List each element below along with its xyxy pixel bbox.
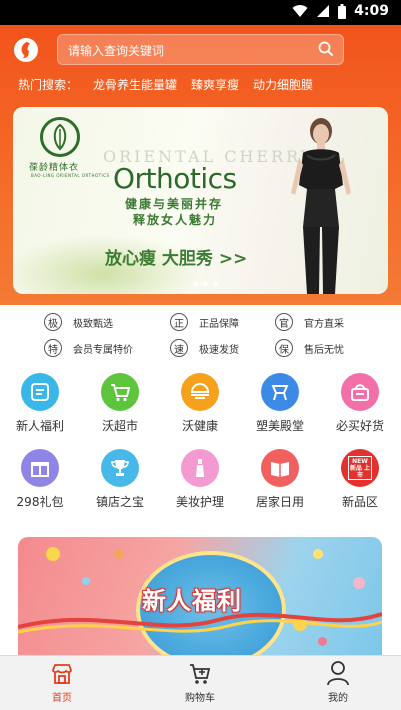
guarantee-badge: 正 (170, 313, 188, 331)
category-label: 必买好货 (335, 419, 384, 433)
confetti-decoration (353, 577, 365, 589)
carousel-dot[interactable] (203, 281, 208, 286)
category-store-treasure[interactable]: 镇店之宝 (85, 449, 155, 510)
cosmetic-bottle-icon (181, 449, 219, 487)
category-label: 居家日用 (255, 495, 304, 509)
basket-icon (341, 373, 379, 411)
category-wo-supermarket[interactable]: 沃超市 (85, 373, 155, 434)
confetti-decoration (313, 549, 323, 559)
category-home-daily[interactable]: 居家日用 (245, 449, 315, 510)
guarantee-item: 官 官方直采 (275, 313, 344, 331)
guarantee-text: 正品保障 (199, 318, 239, 330)
main-content: 极 极致甄选 正 正品保障 官 官方直采 特 会员专属特价 速 极速发货 保 售… (0, 305, 401, 655)
guarantee-badge: 特 (44, 339, 62, 357)
app-logo[interactable] (14, 38, 38, 62)
search-input[interactable]: 请输入查询关键词 (68, 42, 164, 59)
guarantee-item: 保 售后无忧 (275, 339, 344, 357)
logo-icon (21, 42, 30, 59)
bottom-tab-bar: 首页 购物车 我的 (0, 655, 401, 710)
guarantee-text: 官方直采 (304, 318, 344, 330)
status-bar: 4:09 (0, 0, 401, 25)
tab-label: 我的 (328, 693, 348, 704)
banner-carousel[interactable]: 葆龄精体衣 BAO-LING ORIENTAL ORTHOTICS ORIENT… (13, 107, 388, 294)
confetti-decoration (46, 547, 60, 561)
guarantee-badge: 官 (275, 313, 293, 331)
tab-label: 购物车 (185, 693, 215, 704)
guarantee-text: 极致甄选 (73, 318, 113, 330)
category-must-buy[interactable]: 必买好货 (325, 373, 395, 434)
category-cosmetics-care[interactable]: 美妆护理 (165, 449, 235, 510)
hot-search-label: 热门搜索： (18, 78, 79, 92)
guarantee-item: 极 极致甄选 (44, 313, 113, 331)
banner-tagline: 释放女人魅力 (133, 213, 218, 227)
guarantee-item: 速 极速发货 (170, 339, 239, 357)
search-icon[interactable] (318, 41, 334, 57)
new-user-promo-banner[interactable]: 新人福利 (18, 537, 382, 655)
category-label: 298礼包 (16, 495, 64, 509)
confetti-decoration (114, 549, 124, 559)
category-label: 沃健康 (181, 419, 218, 433)
category-298-gift-pack[interactable]: 298礼包 (5, 449, 75, 510)
category-label: 美妆护理 (175, 495, 224, 509)
banner-tagline: 健康与美丽并存 (125, 197, 224, 211)
hot-search-term[interactable]: 动力细胞膜 (253, 76, 313, 93)
banner-title: Orthotics (113, 162, 237, 195)
banner-cta[interactable]: 放心瘦 大胆秀 >> (105, 244, 247, 269)
trophy-icon (101, 449, 139, 487)
new-arrival-icon: NEW 新品 上市 (341, 449, 379, 487)
wifi-icon (292, 5, 308, 18)
tab-cart[interactable]: 购物车 (160, 656, 240, 704)
category-new-products[interactable]: NEW 新品 上市 新品区 (325, 449, 395, 510)
guarantee-item: 特 会员专属特价 (44, 339, 133, 357)
category-beauty-hall[interactable]: 塑美殿堂 (245, 373, 315, 434)
hot-search-term[interactable]: 臻爽享瘦 (191, 76, 239, 93)
category-new-user-welfare[interactable]: 新人福利 (5, 373, 75, 434)
status-time: 4:09 (354, 3, 389, 19)
tab-label: 首页 (52, 693, 72, 704)
new-badge-text: NEW 新品 上市 (348, 456, 372, 480)
guarantee-text: 极速发货 (199, 344, 239, 356)
shop-icon (22, 656, 102, 686)
search-bar[interactable]: 请输入查询关键词 (57, 34, 344, 65)
guarantee-text: 售后无忧 (304, 344, 344, 356)
guarantee-badge: 速 (170, 339, 188, 357)
brand-name: 葆龄精体衣 (29, 163, 80, 173)
chair-icon (261, 373, 299, 411)
cart-icon (101, 373, 139, 411)
book-icon (261, 449, 299, 487)
category-label: 新人福利 (15, 419, 64, 433)
gift-note-icon (21, 373, 59, 411)
category-label: 镇店之宝 (95, 495, 144, 509)
battery-icon (338, 3, 347, 19)
user-icon (298, 656, 378, 686)
tab-home[interactable]: 首页 (22, 656, 102, 704)
cart-icon (160, 656, 240, 686)
guarantee-badge: 极 (44, 313, 62, 331)
tab-profile[interactable]: 我的 (298, 656, 378, 704)
promo-title: 新人福利 (142, 587, 242, 615)
signal-icon (317, 5, 330, 17)
service-guarantees: 极 极致甄选 正 正品保障 官 官方直采 特 会员专属特价 速 极速发货 保 售… (0, 305, 401, 367)
model-figure (291, 118, 351, 294)
carousel-dot[interactable] (213, 281, 218, 286)
guarantee-badge: 保 (275, 339, 293, 357)
guarantee-text: 会员专属特价 (73, 344, 133, 356)
brand-logo (40, 117, 80, 157)
health-bowl-icon (181, 373, 219, 411)
category-label: 沃超市 (101, 419, 138, 433)
category-wo-health[interactable]: 沃健康 (165, 373, 235, 434)
category-label: 新品区 (341, 495, 378, 509)
status-icons: 4:09 (292, 3, 389, 19)
home-page: 4:09 请输入查询关键词 热门搜索： 龙骨养生能量罐 臻爽享瘦 动力细胞膜 葆… (0, 0, 401, 710)
gift-box-icon (21, 449, 59, 487)
category-label: 塑美殿堂 (255, 419, 304, 433)
brand-leaf-icon (53, 123, 67, 151)
guarantee-item: 正 正品保障 (170, 313, 239, 331)
carousel-indicator (193, 281, 218, 286)
hot-search-term[interactable]: 龙骨养生能量罐 (93, 76, 177, 93)
hot-search-row: 热门搜索： 龙骨养生能量罐 臻爽享瘦 动力细胞膜 (18, 76, 327, 93)
confetti-decoration (82, 577, 90, 585)
carousel-dot[interactable] (193, 281, 198, 286)
brand-subtitle: BAO-LING ORIENTAL ORTHOTICS (31, 173, 110, 178)
